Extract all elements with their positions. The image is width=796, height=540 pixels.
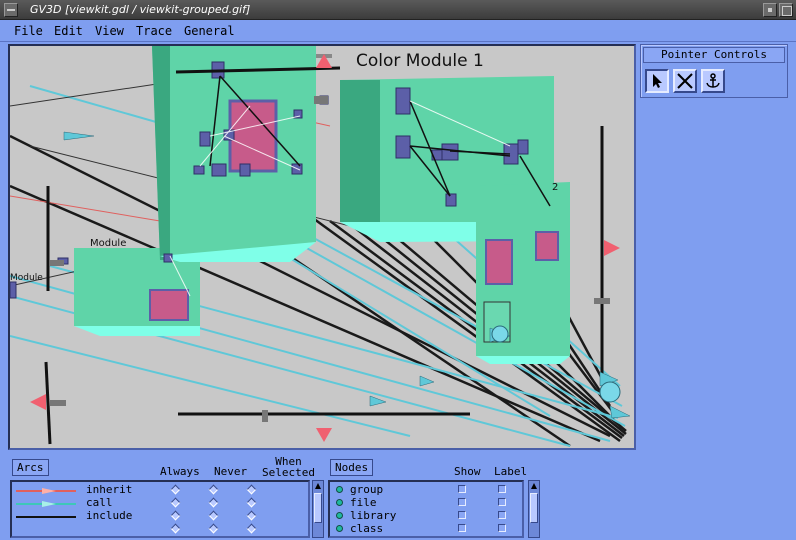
inherit-never-radio[interactable] [208,484,219,495]
arcs-panel-title: Arcs [12,459,49,476]
scroll-up-icon[interactable] [314,482,322,490]
arc-row-inherit[interactable]: inherit [12,484,308,497]
group-show-checkbox[interactable] [458,485,466,493]
group-label-checkbox[interactable] [498,485,506,493]
node-label-library: library [350,509,397,522]
minimize-button[interactable] [763,3,777,17]
maximize-button[interactable] [779,3,793,17]
module-label-left: Module [10,273,43,283]
arrow-down-icon[interactable] [316,428,332,442]
nodes-panel-title: Nodes [330,459,374,476]
call-when-selected-radio[interactable] [246,497,257,508]
node-label-group: group [350,483,384,496]
arcs-scrollbar[interactable] [312,480,324,538]
nodes-col-show: Show [454,465,481,478]
menu-view[interactable]: View [95,24,124,38]
module-box-main[interactable] [152,46,316,262]
call-always-radio[interactable] [170,497,181,508]
title-bar[interactable]: GV3D [viewkit.gdl / viewkit-grouped.gif] [0,0,796,20]
include-always-radio[interactable] [170,510,181,521]
partial-always-radio[interactable] [170,523,181,534]
class-show-checkbox[interactable] [458,524,466,532]
cross-tool-button[interactable] [673,69,697,93]
arc-row-call[interactable]: call [12,497,308,510]
select-arrow-icon [653,74,662,88]
menu-bar: File Edit View Trace General [0,20,796,42]
gv3d-window: GV3D [viewkit.gdl / viewkit-grouped.gif]… [0,0,796,540]
partial-never-radio[interactable] [208,523,219,534]
pointer-controls-title: Pointer Controls [643,47,785,63]
menu-trace[interactable]: Trace [136,24,172,38]
file-show-checkbox[interactable] [458,498,466,506]
arc-row-include[interactable]: include [12,510,308,523]
arc-label-inherit: inherit [86,483,133,496]
arcs-col-never: Never [214,465,248,478]
menu-general[interactable]: General [184,24,235,38]
arrow-left-icon[interactable] [30,394,46,410]
menu-file[interactable]: File [14,24,43,38]
inherit-always-radio[interactable] [170,484,181,495]
arrow-right-icon[interactable] [604,240,620,256]
file-node-icon [336,499,343,506]
library-node-icon [336,512,343,519]
module-title: Color Module 1 [356,51,484,71]
scroll-up-icon[interactable] [530,482,538,490]
window-title: GV3D [viewkit.gdl / viewkit-grouped.gif] [30,3,251,16]
arcs-scroll-thumb[interactable] [314,493,322,523]
class-node-icon [336,525,343,532]
arc-label-include: include [86,509,133,522]
group-node-icon [336,486,343,493]
node-label-class: class [350,522,384,535]
pointer-controls-panel: Pointer Controls [640,44,788,98]
window-menu-button[interactable] [4,3,18,17]
arcs-col-always: Always [160,465,200,478]
include-never-radio[interactable] [208,510,219,521]
module-label-small: Module [90,238,126,249]
cross-icon [677,73,693,89]
library-label-checkbox[interactable] [498,511,506,519]
include-when-selected-radio[interactable] [246,510,257,521]
nodes-scrollbar[interactable] [528,480,540,538]
arcs-list[interactable]: inherit call include [10,480,310,538]
arc-label-call: call [86,496,113,509]
anchor-icon [706,73,720,88]
file-label-checkbox[interactable] [498,498,506,506]
arcs-col-when-selected: When Selected [262,455,315,479]
menu-edit[interactable]: Edit [54,24,83,38]
anchor-tool-button[interactable] [701,69,725,93]
3d-viewport[interactable]: Color Module 1 2 Module Module [8,44,636,450]
node-label-file: file [350,496,377,509]
node-row-class[interactable]: class [330,523,522,536]
partial-when-selected-radio[interactable] [246,523,257,534]
arc-row-partial [12,523,308,536]
call-arc-icon [16,501,76,507]
inherit-when-selected-radio[interactable] [246,484,257,495]
nodes-col-label: Label [494,465,528,478]
library-show-checkbox[interactable] [458,511,466,519]
call-never-radio[interactable] [208,497,219,508]
class-label-checkbox[interactable] [498,524,506,532]
nodes-list[interactable]: group file library class [328,480,524,538]
inherit-arc-icon [16,488,76,494]
scene-graph[interactable]: Color Module 1 2 Module Module [10,46,634,448]
select-tool-button[interactable] [645,69,669,93]
nodes-scroll-thumb[interactable] [530,493,538,523]
module-number-label: 2 [552,182,558,193]
include-arc-icon [16,516,76,518]
